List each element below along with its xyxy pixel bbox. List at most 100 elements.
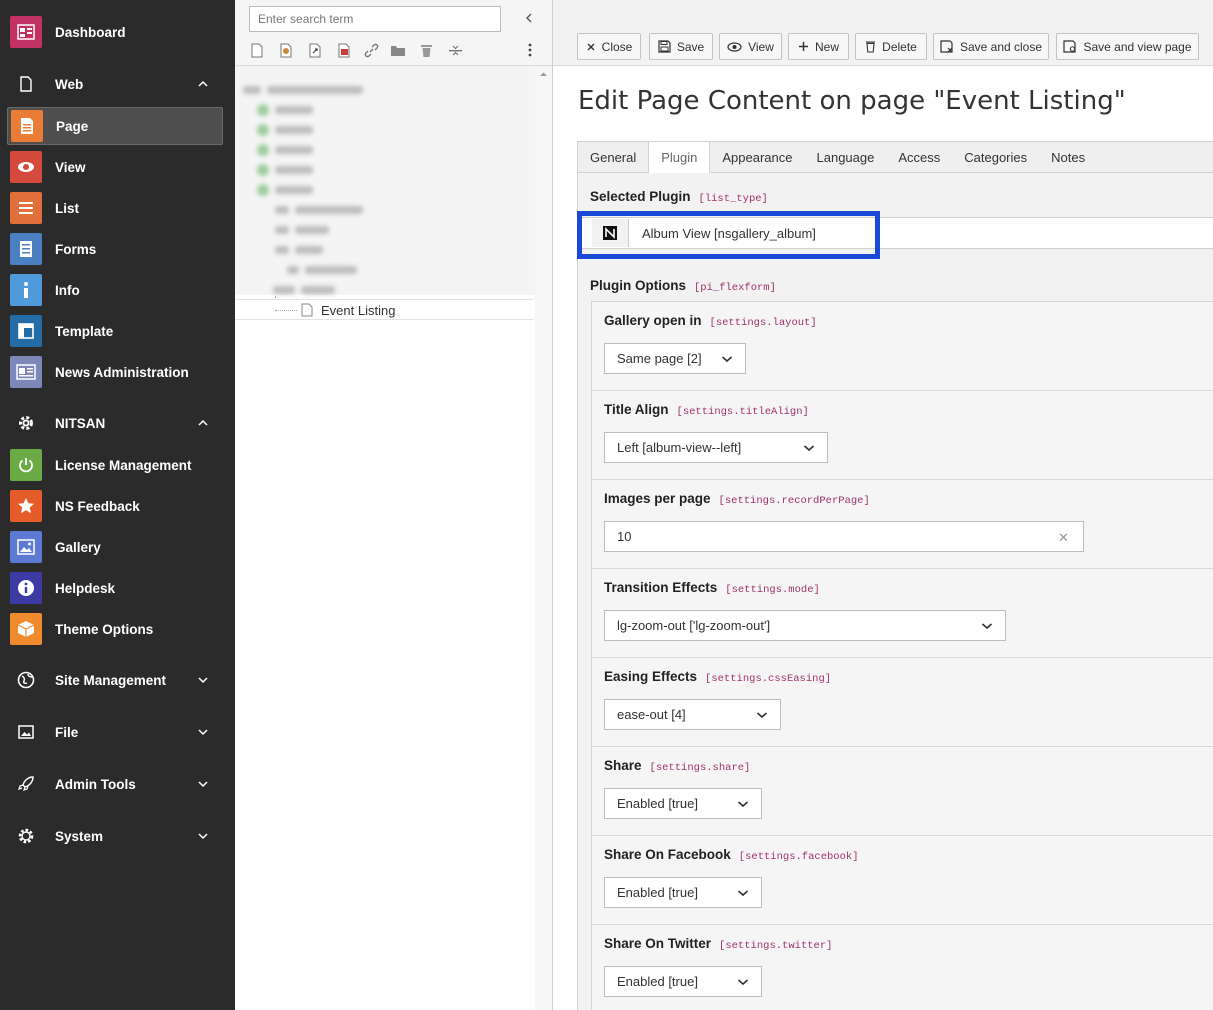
save-button[interactable]: Save <box>649 33 713 60</box>
field-code: [settings.layout] <box>709 317 817 329</box>
module-template[interactable]: Template <box>7 312 223 350</box>
page-icon <box>301 303 313 317</box>
title-align-select[interactable]: Left [album-view--left] <box>604 432 828 463</box>
chevron-down-icon <box>737 801 749 808</box>
close-button[interactable]: Close <box>577 33 641 60</box>
chevron-down-icon <box>198 833 208 840</box>
globe-icon <box>10 671 42 689</box>
save-close-label: Save and close <box>959 39 1043 54</box>
more-options-icon[interactable] <box>522 42 538 58</box>
template-icon <box>10 315 42 347</box>
tab-notes[interactable]: Notes <box>1039 142 1097 172</box>
module-label: Info <box>55 282 80 298</box>
select-value: Enabled [true] <box>617 796 698 811</box>
select-value: Enabled [true] <box>617 974 698 989</box>
folder-icon[interactable] <box>390 42 406 58</box>
module-page[interactable]: Page <box>7 107 223 145</box>
group-nitsan[interactable]: NITSAN <box>7 408 223 438</box>
new-link-page-icon[interactable] <box>336 42 352 58</box>
help-icon <box>10 572 42 604</box>
field-heading: Title Align [settings.titleAlign] <box>604 402 809 418</box>
tab-plugin[interactable]: Plugin <box>648 142 711 173</box>
group-label: System <box>55 828 104 844</box>
field-transition-effects: Transition Effects [settings.mode] lg-zoo… <box>592 569 1213 658</box>
module-label: View <box>55 159 86 175</box>
group-web[interactable]: Web <box>7 69 223 99</box>
save-and-view-button[interactable]: Save and view page <box>1056 33 1199 60</box>
images-per-page-input[interactable] <box>604 521 1084 552</box>
transition-effects-select[interactable]: lg-zoom-out ['lg-zoom-out'] <box>604 610 1006 641</box>
module-label: License Management <box>55 457 192 473</box>
collapse-tree-button[interactable] <box>521 10 537 26</box>
flexform-container: Gallery open in [settings.layout] Same pa… <box>591 301 1213 1010</box>
select-value: lg-zoom-out ['lg-zoom-out'] <box>617 618 771 633</box>
tab-access[interactable]: Access <box>886 142 952 172</box>
field-heading: Share On Twitter [settings.twitter] <box>604 936 832 952</box>
field-heading: Easing Effects [settings.cssEasing] <box>604 669 831 685</box>
module-news-administration[interactable]: News Administration <box>7 353 223 391</box>
group-file[interactable]: File <box>7 717 223 747</box>
new-button[interactable]: New <box>788 33 849 60</box>
delete-label: Delete <box>882 39 917 54</box>
field-heading: Gallery open in [settings.layout] <box>604 313 817 329</box>
group-admin-tools[interactable]: Admin Tools <box>7 769 223 799</box>
module-helpdesk[interactable]: Helpdesk <box>7 569 223 607</box>
module-label: NS Feedback <box>55 498 140 514</box>
field-share-on-twitter: Share On Twitter [settings.twitter] Enabl… <box>592 925 1213 1010</box>
share-select[interactable]: Enabled [true] <box>604 788 762 819</box>
clear-icon[interactable]: ✕ <box>1058 530 1069 546</box>
view-button[interactable]: View <box>719 33 782 60</box>
delete-button[interactable]: Delete <box>855 33 927 60</box>
divider-icon[interactable] <box>447 42 463 58</box>
gallery-open-in-select[interactable]: Same page [2] <box>604 343 746 374</box>
module-theme-options[interactable]: Theme Options <box>7 610 223 648</box>
module-dashboard[interactable]: Dashboard <box>7 13 223 51</box>
chevron-left-icon <box>526 13 532 23</box>
module-gallery[interactable]: Gallery <box>7 528 223 566</box>
module-license-management[interactable]: License Management <box>7 446 223 484</box>
trash-icon[interactable] <box>418 42 434 58</box>
field-heading: Share [settings.share] <box>604 758 750 774</box>
tab-language[interactable]: Language <box>805 142 887 172</box>
tree-connector <box>275 310 297 311</box>
save-and-close-button[interactable]: Save and close <box>933 33 1049 60</box>
share-on-twitter-select[interactable]: Enabled [true] <box>604 966 762 997</box>
page-title: Edit Page Content on page "Event Listing… <box>578 86 1126 116</box>
share-on-facebook-select[interactable]: Enabled [true] <box>604 877 762 908</box>
tab-categories[interactable]: Categories <box>952 142 1039 172</box>
module-forms[interactable]: Forms <box>7 230 223 268</box>
field-label: Share <box>604 758 642 773</box>
group-system[interactable]: System <box>7 821 223 851</box>
tree-search-input[interactable] <box>249 6 501 32</box>
module-list[interactable]: List <box>7 189 223 227</box>
selected-plugin-value: Album View [nsgallery_album] <box>642 226 816 241</box>
new-folder-page-icon[interactable] <box>278 42 294 58</box>
module-info[interactable]: Info <box>7 271 223 309</box>
save-icon <box>658 40 671 53</box>
easing-effects-select[interactable]: ease-out [4] <box>604 699 781 730</box>
tab-appearance[interactable]: Appearance <box>710 142 804 172</box>
info-icon <box>10 274 42 306</box>
chevron-down-icon <box>981 623 993 630</box>
selected-plugin-field[interactable]: Album View [nsgallery_album] <box>578 217 1213 249</box>
power-icon <box>10 449 42 481</box>
chevron-up-icon <box>198 419 208 426</box>
new-shortcut-icon[interactable] <box>307 42 323 58</box>
chevron-down-icon <box>198 677 208 684</box>
link-icon[interactable] <box>363 42 379 58</box>
field-label: Share On Twitter <box>604 936 712 951</box>
eye-icon <box>727 41 742 52</box>
group-site-management[interactable]: Site Management <box>7 665 223 695</box>
tree-node-event-listing[interactable]: Event Listing <box>235 299 534 320</box>
page-tree-toolbar <box>235 0 552 66</box>
new-page-icon[interactable] <box>249 42 265 58</box>
doc-header-toolbar: Close Save View New Delete Save and clos… <box>553 0 1213 66</box>
image-icon <box>10 725 42 739</box>
module-view[interactable]: View <box>7 148 223 186</box>
tab-general[interactable]: General <box>578 142 648 172</box>
tree-scrollbar[interactable] <box>535 67 552 1010</box>
module-ns-feedback[interactable]: NS Feedback <box>7 487 223 525</box>
chevron-down-icon <box>756 712 768 719</box>
field-images-per-page: Images per page [settings.recordPerPage] … <box>592 480 1213 569</box>
selected-plugin-heading: Selected Plugin [list_type] <box>590 189 768 205</box>
